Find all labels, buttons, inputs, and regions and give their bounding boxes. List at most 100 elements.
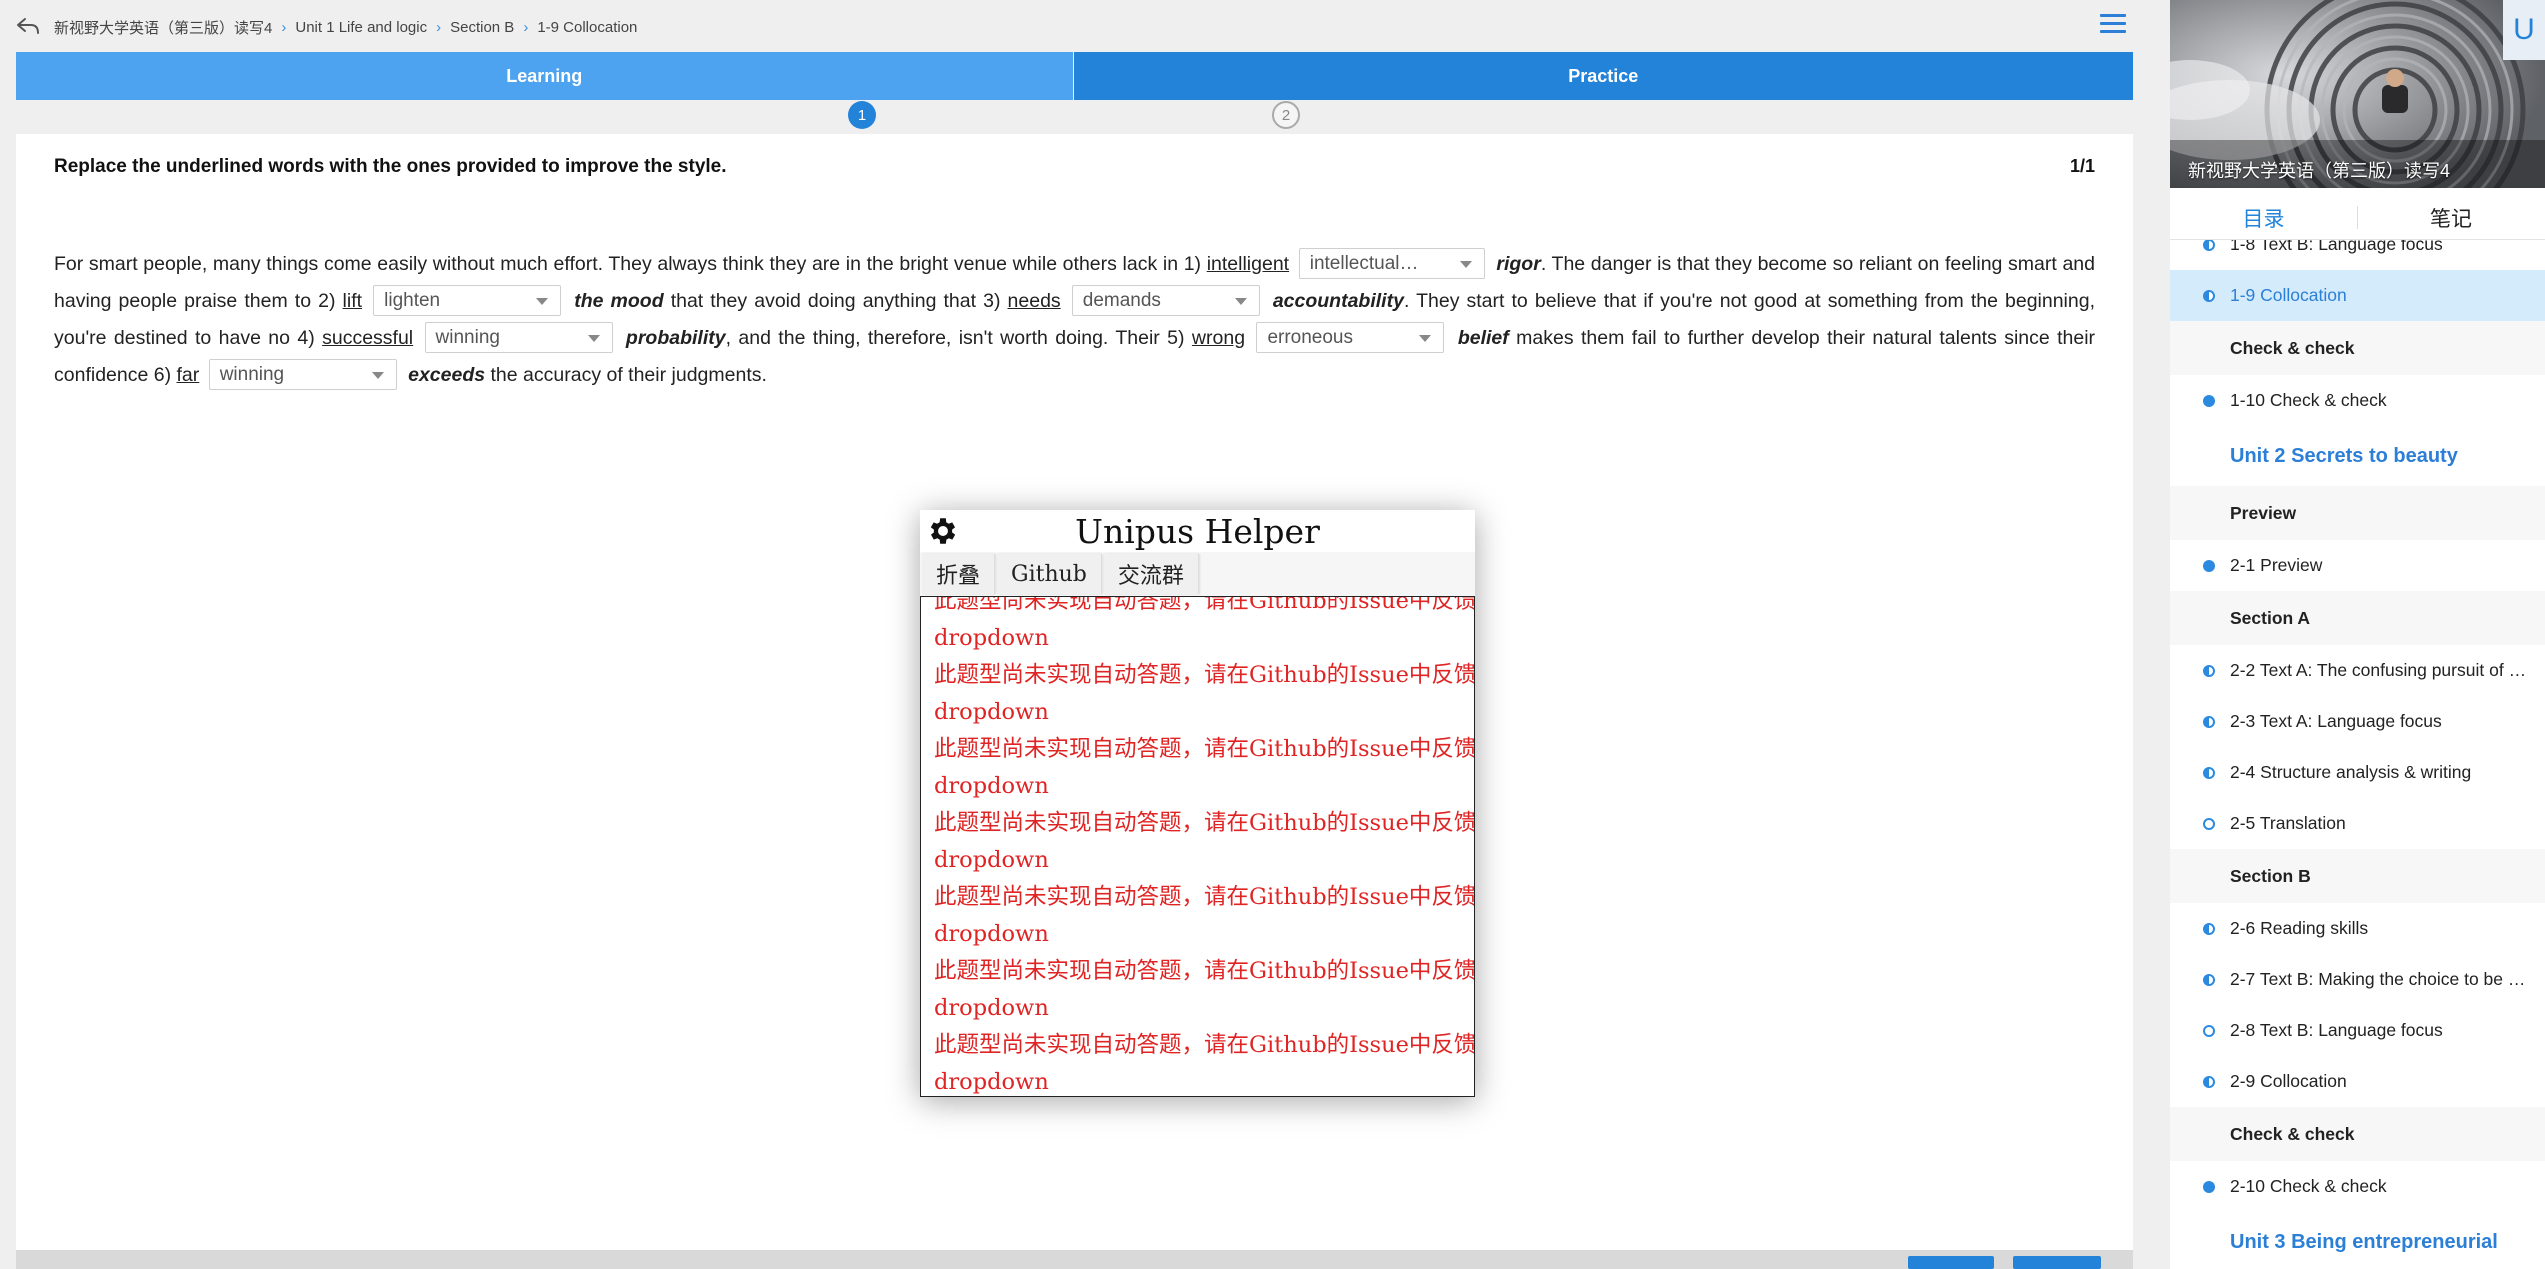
toc-item[interactable]: 2-7 Text B: Making the choice to be beau… [2170,954,2545,1005]
toc-item[interactable]: 1-9 Collocation [2170,270,2545,321]
course-title: 新视野大学英语（第三版）读写4 [2188,161,2451,181]
helper-log-line: dropdown [934,773,1049,799]
toc-label: 2-10 Check & check [2230,1176,2387,1196]
toc-unit-heading[interactable]: Unit 3 Being entrepreneurial [2170,1212,2545,1269]
toc-label: 1-10 Check & check [2230,390,2387,410]
course-cover-image: 新视野大学英语（第三版）读写4 [2170,0,2545,188]
tab-learning[interactable]: Learning [16,52,1073,100]
toc-label: 2-8 Text B: Language focus [2230,1020,2443,1040]
blank-dropdown-5[interactable]: erroneous [1256,321,1445,353]
helper-log-line: dropdown [934,625,1049,651]
progress-half-icon [2203,922,2215,935]
breadcrumb-current: 1-9 Collocation [537,19,638,36]
unipus-logo-icon[interactable]: U [2503,0,2545,60]
progress-half-icon [2203,766,2215,779]
toc-item[interactable]: 2-5 Translation [2170,798,2545,849]
bottom-bar [16,1250,2133,1269]
toc-label: 2-5 Translation [2230,813,2346,833]
github-button[interactable]: Github [997,554,1102,594]
chevron-right-icon: › [436,19,442,36]
helper-log-line: 此题型尚未实现自动答题，请在Github的Issue中反馈 [934,662,1475,688]
tab-notes[interactable]: 笔记 [2357,206,2544,231]
toc-section-heading: Preview [2170,486,2545,540]
underlined-word-1: intelligent [1206,253,1290,275]
helper-log-line: dropdown [934,1069,1049,1095]
helper-log-line: 此题型尚未实现自动答题，请在Github的Issue中反馈 [934,958,1475,984]
blank-dropdown-4[interactable]: winning [424,321,613,353]
breadcrumb-section[interactable]: Section B [450,19,514,36]
community-group-button[interactable]: 交流群 [1103,554,1199,594]
toc-section-heading: Section B [2170,849,2545,903]
passage-text: For smart people, many things come easil… [54,246,2095,394]
underlined-word-6: far [176,364,200,386]
underlined-word-2: lift [342,290,363,312]
helper-log-line: dropdown [934,921,1049,947]
blank-dropdown-1[interactable]: intellectual… [1298,247,1485,279]
table-of-contents[interactable]: 1-8 Text B: Language focus 1-9 Collocatio… [2170,240,2545,1269]
progress-half-icon [2203,664,2215,677]
helper-log-line: dropdown [934,995,1049,1021]
toc-item[interactable]: 1-8 Text B: Language focus [2170,240,2545,270]
progress-empty-icon [2203,817,2215,830]
toc-label: 2-1 Preview [2230,555,2323,575]
toc-item[interactable]: 2-9 Collocation [2170,1056,2545,1107]
bottom-action-button-1[interactable] [1908,1256,1994,1269]
toc-item[interactable]: 2-1 Preview [2170,540,2545,591]
toc-label: Section B [2230,865,2311,886]
back-arrow-icon[interactable] [14,12,42,40]
unipus-helper-panel[interactable]: Unipus Helper 折叠 Github 交流群 此题型尚未实现自动答题，… [920,510,1475,1097]
helper-log-line: 此题型尚未实现自动答题，请在Github的Issue中反馈 [934,736,1475,762]
toc-item[interactable]: 2-10 Check & check [2170,1161,2545,1212]
progress-half-icon [2203,1075,2215,1088]
helper-log-line: 此题型尚未实现自动答题，请在Github的Issue中反馈 [934,1032,1475,1058]
hamburger-menu-icon[interactable] [2100,14,2126,36]
step-2-indicator[interactable]: 2 [1272,101,1300,129]
underlined-word-4: successful [322,327,414,349]
toc-section-heading: Check & check [2170,1107,2545,1161]
toc-label: 1-8 Text B: Language focus [2230,240,2443,254]
toc-label: Unit 3 Being entrepreneurial [2230,1230,2498,1253]
breadcrumb: 新视野大学英语（第三版）读写4 › Unit 1 Life and logic … [54,17,637,38]
toc-item[interactable]: 2-3 Text A: Language focus [2170,696,2545,747]
instruction-text: Replace the underlined words with the on… [54,156,727,177]
helper-log-line: dropdown [934,699,1049,725]
toc-label: Check & check [2230,337,2355,358]
progress-half-icon [2203,240,2215,251]
passage-segment: the accuracy of their judgments. [490,364,767,386]
toc-label: 2-3 Text A: Language focus [2230,711,2442,731]
toc-unit-heading[interactable]: Unit 2 Secrets to beauty [2170,426,2545,486]
page-counter: 1/1 [2069,156,2095,176]
tab-table-of-contents[interactable]: 目录 [2170,196,2357,239]
toc-item[interactable]: 2-6 Reading skills [2170,903,2545,954]
helper-log-line: 此题型尚未实现自动答题，请在Github的Issue中反馈 [934,810,1475,836]
toc-label: 2-6 Reading skills [2230,918,2369,938]
chevron-right-icon: › [523,19,529,36]
helper-tab-bar: 折叠 Github 交流群 [920,552,1475,596]
toc-label: 2-7 Text B: Making the choice to be beau… [2230,969,2530,989]
toc-item[interactable]: 2-4 Structure analysis & writing [2170,747,2545,798]
toc-item[interactable]: 1-10 Check & check [2170,375,2545,426]
progress-full-icon [2203,1180,2215,1193]
passage-segment: that they avoid doing anything that 3) [670,290,1001,312]
helper-log-line: 此题型尚未实现自动答题，请在Github的Issue中反馈 [934,596,1475,614]
breadcrumb-unit[interactable]: Unit 1 Life and logic [295,19,427,36]
blank-dropdown-3[interactable]: demands [1071,284,1260,316]
underlined-word-5: wrong [1191,327,1246,349]
collapse-button[interactable]: 折叠 [922,554,996,594]
step-1-indicator[interactable]: 1 [848,101,876,129]
bold-word-4: probability [625,327,726,349]
blank-dropdown-6[interactable]: winning [208,358,397,390]
bold-word-2: the mood [574,290,664,312]
helper-log-area[interactable]: 此题型尚未实现自动答题，请在Github的Issue中反馈 dropdown 此题型… [920,596,1475,1097]
bold-word-6: exceeds [408,364,486,386]
toc-item[interactable]: 2-2 Text A: The confusing pursuit of bea… [2170,645,2545,696]
tab-practice[interactable]: Practice [1073,52,2133,100]
bottom-action-button-2[interactable] [2013,1256,2101,1269]
bold-word-3: accountability [1272,290,1404,312]
toc-section-heading: Section A [2170,591,2545,645]
toc-item[interactable]: 2-8 Text B: Language focus [2170,1005,2545,1056]
blank-dropdown-2[interactable]: lighten [373,284,562,316]
breadcrumb-course[interactable]: 新视野大学英语（第三版）读写4 [54,17,272,38]
progress-empty-icon [2203,1024,2215,1037]
bold-word-5: belief [1457,327,1509,349]
